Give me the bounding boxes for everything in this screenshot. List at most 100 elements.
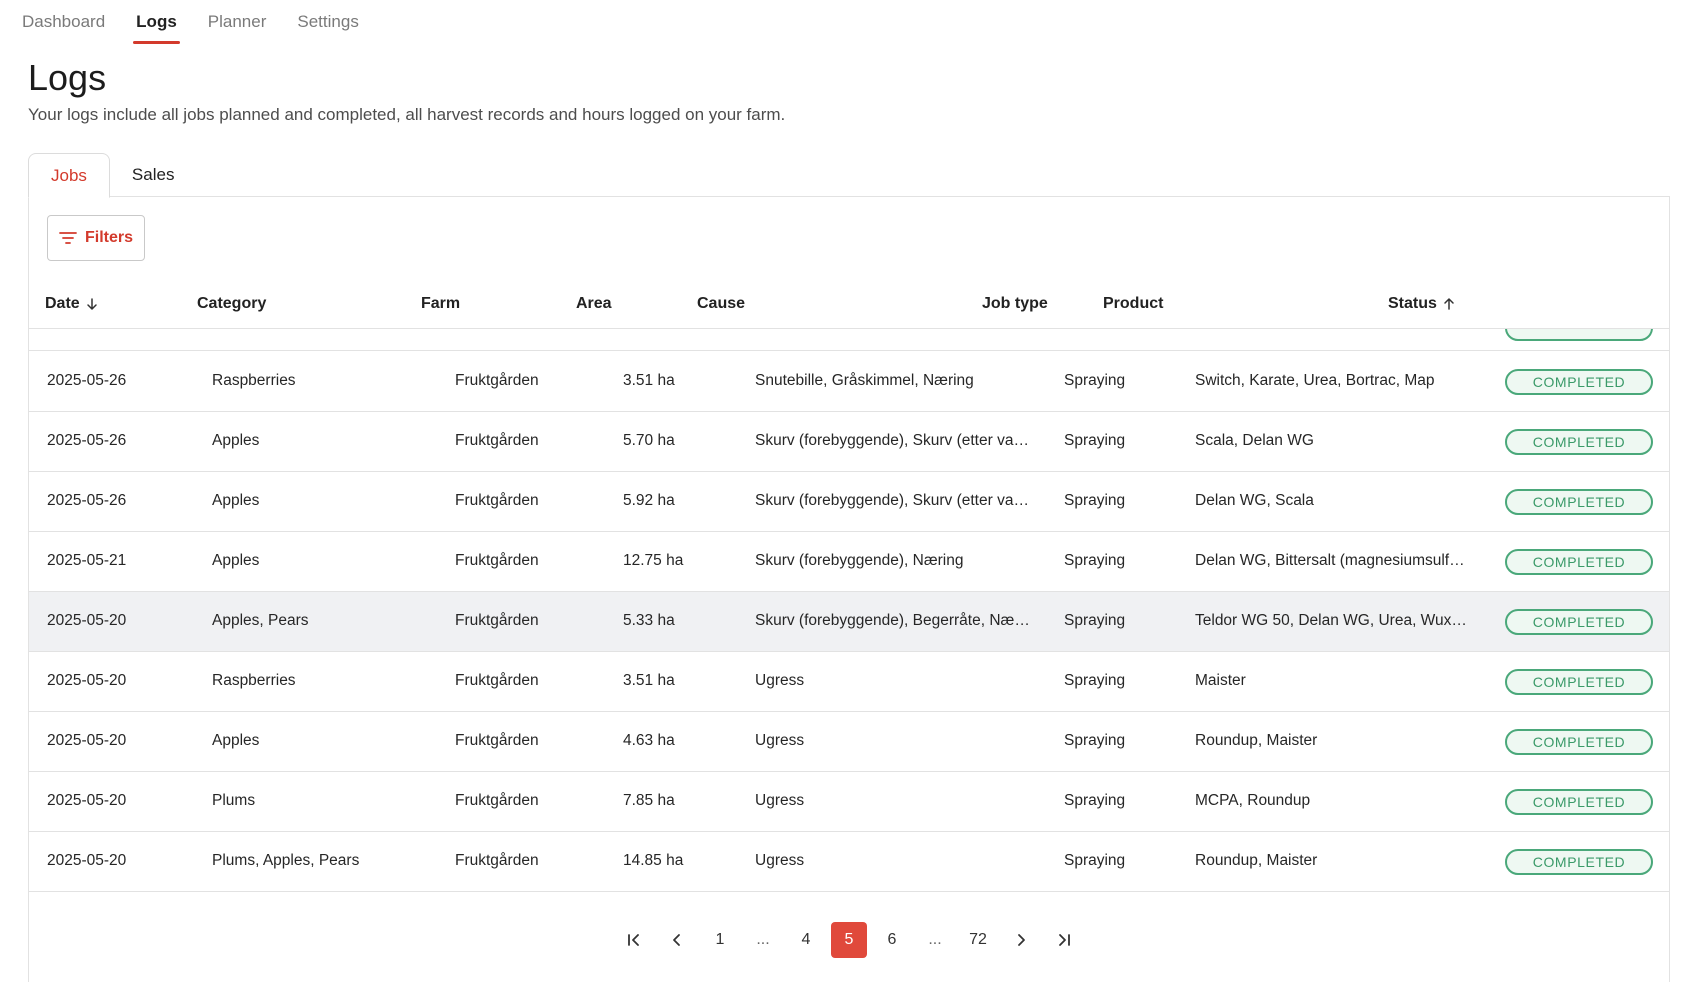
sort-asc-icon	[1441, 296, 1457, 312]
cell-area: 14.85 ha	[623, 852, 684, 869]
sort-desc-icon	[84, 296, 100, 312]
cell-job-type: Spraying	[1064, 492, 1126, 509]
page-ellipsis: ...	[928, 931, 942, 948]
header-farm[interactable]: Farm	[421, 295, 460, 313]
page-ellipsis: ...	[756, 931, 770, 948]
cell-category: Raspberries	[212, 372, 296, 389]
cell-job-type: Spraying	[1064, 372, 1126, 389]
first-page-icon	[626, 932, 642, 948]
cell-category: Raspberries	[212, 672, 296, 689]
nav-item-settings[interactable]: Settings	[297, 0, 358, 44]
page-button-72[interactable]: 72	[960, 922, 996, 958]
cell-date: 2025-05-21	[47, 552, 127, 569]
cell-category: Apples	[212, 552, 260, 569]
cell-category: Apples	[212, 732, 260, 749]
cell-cause: Skurv (forebyggende), Næring	[755, 552, 964, 569]
page-description: Your logs include all jobs planned and c…	[28, 105, 786, 124]
cell-job-type: Spraying	[1064, 852, 1126, 869]
cell-farm: Fruktgården	[455, 612, 539, 629]
last-page-button[interactable]	[1046, 922, 1082, 958]
cell-product: Delan WG, Scala	[1195, 492, 1314, 509]
cell-farm: Fruktgården	[455, 432, 539, 449]
filter-icon	[59, 231, 77, 245]
cell-job-type: Spraying	[1064, 552, 1126, 569]
first-page-button[interactable]	[616, 922, 652, 958]
cell-cause: Ugress	[755, 792, 805, 809]
header-job-type[interactable]: Job type	[982, 295, 1048, 313]
status-badge: COMPLETED	[1505, 729, 1653, 755]
header-category[interactable]: Category	[197, 295, 266, 313]
tab-jobs[interactable]: Jobs	[28, 153, 110, 198]
cell-category: Apples	[212, 492, 260, 509]
cell-product: Roundup, Maister	[1195, 732, 1318, 749]
cell-cause: Skurv (forebyggende), Skurv (etter vars.…	[755, 492, 1031, 509]
table-row[interactable]: 2025-05-26 Apples Fruktgården 5.70 ha Sk…	[29, 412, 1669, 472]
nav-item-dashboard[interactable]: Dashboard	[22, 0, 105, 44]
cell-cause: Ugress	[755, 672, 805, 689]
next-page-button[interactable]	[1003, 922, 1039, 958]
status-badge: COMPLETED	[1505, 549, 1653, 575]
cell-product: Maister	[1195, 672, 1246, 689]
page-button-1[interactable]: 1	[702, 922, 738, 958]
cell-area: 5.92 ha	[623, 492, 675, 509]
status-badge: COMPLETED	[1505, 789, 1653, 815]
cell-farm: Fruktgården	[455, 672, 539, 689]
header-status[interactable]: Status	[1388, 295, 1457, 313]
cell-category: Apples, Pears	[212, 612, 309, 629]
cell-area: 12.75 ha	[623, 552, 684, 569]
cell-farm: Fruktgården	[455, 852, 539, 869]
page-button-5-current[interactable]: 5	[831, 922, 867, 958]
tab-sales[interactable]: Sales	[110, 153, 197, 197]
filters-button[interactable]: Filters	[47, 215, 145, 261]
nav-item-planner[interactable]: Planner	[208, 0, 267, 44]
header-date-label: Date	[45, 295, 80, 312]
cell-area: 5.33 ha	[623, 612, 675, 629]
page-button-6[interactable]: 6	[874, 922, 910, 958]
cell-product: Teldor WG 50, Delan WG, Urea, Wuxal ...	[1195, 612, 1469, 629]
cell-job-type: Spraying	[1064, 612, 1126, 629]
status-badge: COMPLETED	[1505, 429, 1653, 455]
cell-date: 2025-05-26	[47, 492, 127, 509]
cell-cause: Snutebille, Gråskimmel, Næring	[755, 372, 974, 389]
cell-product: MCPA, Roundup	[1195, 792, 1311, 809]
cell-date: 2025-05-20	[47, 852, 127, 869]
logs-tabs: Jobs Sales	[28, 153, 197, 198]
table-row[interactable]: 2025-05-20 Apples Fruktgården 4.63 ha Ug…	[29, 712, 1669, 772]
header-date[interactable]: Date	[45, 295, 100, 313]
table-row[interactable]: 2025-05-20 Raspberries Fruktgården 3.51 …	[29, 652, 1669, 712]
prev-page-button[interactable]	[659, 922, 695, 958]
page-title: Logs	[28, 57, 107, 98]
chevron-left-icon	[669, 932, 685, 948]
cell-area: 3.51 ha	[623, 672, 675, 689]
cell-category: Plums	[212, 792, 256, 809]
cell-area: 3.51 ha	[623, 372, 675, 389]
filters-label: Filters	[84, 229, 133, 246]
table-row[interactable]: 2025-05-20 Plums Fruktgården 7.85 ha Ugr…	[29, 772, 1669, 832]
cell-area: 5.70 ha	[623, 432, 675, 449]
cell-product: Roundup, Maister	[1195, 852, 1318, 869]
status-badge: COMPLETED	[1505, 489, 1653, 515]
cell-date: 2025-05-20	[47, 672, 127, 689]
table-row[interactable]: 2025-05-20 Plums, Apples, Pears Fruktgår…	[29, 832, 1669, 892]
cell-job-type: Spraying	[1064, 732, 1126, 749]
status-badge: COMPLETED	[1505, 609, 1653, 635]
status-badge: COMPLETED	[1505, 369, 1653, 395]
header-product[interactable]: Product	[1103, 295, 1163, 313]
nav-item-logs[interactable]: Logs	[133, 0, 180, 44]
cell-cause: Ugress	[755, 732, 805, 749]
cell-area: 7.85 ha	[623, 792, 675, 809]
table-row[interactable]: 2025-05-20 Apples, Pears Fruktgården 5.3…	[29, 592, 1669, 652]
status-badge: COMPLETED	[1505, 849, 1653, 875]
header-status-label: Status	[1388, 295, 1437, 312]
cell-job-type: Spraying	[1064, 672, 1126, 689]
page-button-4[interactable]: 4	[788, 922, 824, 958]
table-row[interactable]: 2025-05-26 Raspberries Fruktgården 3.51 …	[29, 352, 1669, 412]
top-nav: Dashboard Logs Planner Settings	[22, 0, 390, 44]
table-row[interactable]: 2025-05-26 Apples Fruktgården 5.92 ha Sk…	[29, 472, 1669, 532]
header-cause[interactable]: Cause	[697, 295, 745, 313]
table-row[interactable]: 2025-05-21 Apples Fruktgården 12.75 ha S…	[29, 532, 1669, 592]
status-badge: COMPLETED	[1505, 669, 1653, 695]
header-area[interactable]: Area	[576, 295, 612, 313]
cell-date: 2025-05-26	[47, 432, 127, 449]
table-header: Date Category Farm Area Cause Job type P…	[29, 281, 1669, 329]
